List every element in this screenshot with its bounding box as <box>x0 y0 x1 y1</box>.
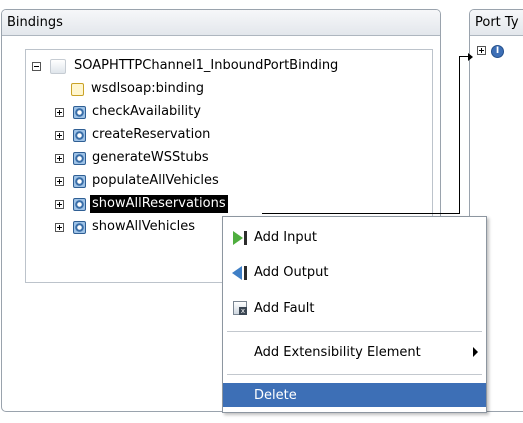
collapse-icon[interactable] <box>32 61 41 71</box>
add-extensibility-element-menu-item[interactable]: Add Extensibility Element <box>223 340 486 364</box>
port-types-panel-title: Port Ty <box>470 10 523 36</box>
add-input-menu-item[interactable]: Add Input <box>223 225 486 249</box>
operation-icon <box>73 128 86 142</box>
connector-arrow-icon <box>468 53 473 61</box>
delete-menu-item[interactable]: Delete <box>223 383 486 407</box>
connector-line <box>459 56 460 214</box>
operation-label: checkAvailability <box>92 104 201 119</box>
operation-label: showAllReservations <box>90 195 228 213</box>
operation-icon <box>73 151 86 165</box>
add-fault-icon: x <box>232 300 254 316</box>
expand-icon[interactable] <box>55 199 64 209</box>
add-fault-menu-item[interactable]: x Add Fault <box>223 296 486 320</box>
add-output-menu-item[interactable]: Add Output <box>223 260 486 284</box>
expand-icon[interactable] <box>55 153 64 163</box>
tree-node-root-binding[interactable]: SOAPHTTPChannel1_InboundPortBinding <box>32 55 340 77</box>
add-input-icon <box>232 229 254 245</box>
expand-icon[interactable] <box>55 222 64 232</box>
operation-icon <box>73 105 86 119</box>
soap-binding-icon <box>71 82 84 96</box>
tree-node-operation[interactable]: checkAvailability <box>55 101 203 123</box>
root-binding-label: SOAPHTTPChannel1_InboundPortBinding <box>74 58 339 73</box>
bindings-panel-title: Bindings <box>2 10 440 36</box>
submenu-arrow-icon <box>473 347 478 357</box>
expand-icon[interactable] <box>477 46 486 55</box>
tree-node-operation[interactable]: populateAllVehicles <box>55 170 221 192</box>
tree-node-operation[interactable]: generateWSStubs <box>55 147 211 169</box>
operation-icon <box>73 220 86 234</box>
operation-icon <box>73 197 86 211</box>
connector-line <box>262 213 459 214</box>
operation-label: showAllVehicles <box>92 219 195 234</box>
expand-icon[interactable] <box>55 176 64 186</box>
wsdlsoap-binding-label: wsdlsoap:binding <box>91 81 205 96</box>
context-menu: Add Input Add Output x Add Fault Add Ext… <box>222 216 487 413</box>
operation-icon <box>73 174 86 188</box>
tree-node-operation[interactable]: showAllVehicles <box>55 216 197 238</box>
port-type-icon[interactable]: I <box>491 45 504 58</box>
tree-node-operation-selected[interactable]: showAllReservations <box>55 193 228 215</box>
operation-label: populateAllVehicles <box>92 173 219 188</box>
menu-separator <box>227 331 482 332</box>
tree-node-operation[interactable]: createReservation <box>55 124 212 146</box>
binding-icon <box>50 58 66 74</box>
operation-label: generateWSStubs <box>92 150 209 165</box>
add-output-icon <box>232 264 254 280</box>
menu-separator <box>227 374 482 375</box>
expand-icon[interactable] <box>55 107 64 117</box>
tree-node-wsdlsoap-binding[interactable]: wsdlsoap:binding <box>71 78 206 100</box>
expand-icon[interactable] <box>55 130 64 140</box>
operation-label: createReservation <box>92 127 211 142</box>
